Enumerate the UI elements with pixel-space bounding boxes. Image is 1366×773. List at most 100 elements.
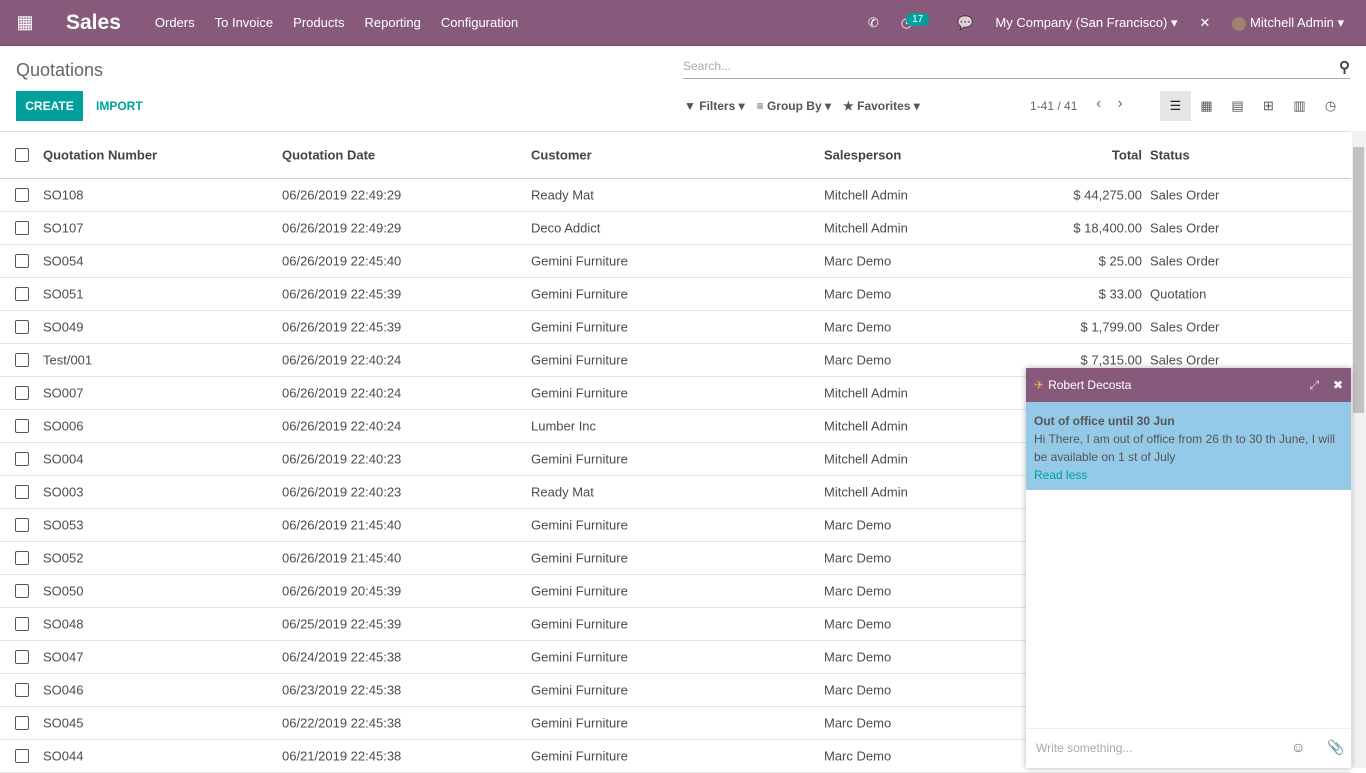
row-checkbox[interactable]: [15, 551, 29, 565]
cell-quotation-date: 06/26/2019 22:45:39: [282, 319, 402, 335]
cell-salesperson: Marc Demo: [824, 517, 892, 533]
group-by-dropdown[interactable]: ≡ Group By ▾: [757, 99, 831, 113]
menu-item-orders[interactable]: Orders: [155, 15, 195, 30]
list-view-icon[interactable]: ☰: [1160, 91, 1191, 121]
row-checkbox[interactable]: [15, 254, 29, 268]
header-total[interactable]: Total: [1112, 148, 1142, 163]
header-quotation-number[interactable]: Quotation Number: [43, 148, 157, 163]
scrollbar-thumb[interactable]: [1353, 147, 1364, 413]
table-row[interactable]: SO054 06/26/2019 22:45:40 Gemini Furniture…: [0, 245, 1351, 278]
kanban-view-icon[interactable]: ▦: [1191, 91, 1222, 121]
row-checkbox[interactable]: [15, 617, 29, 631]
chat-placeholder: Write something...: [1036, 741, 1133, 755]
pager-previous-icon[interactable]: ‹: [1096, 95, 1117, 112]
cell-customer: Gemini Furniture: [531, 253, 628, 269]
company-switcher[interactable]: My Company (San Francisco) ▾: [995, 15, 1177, 31]
activity-button[interactable]: ◷17: [901, 13, 935, 31]
header-salesperson[interactable]: Salesperson: [824, 148, 901, 163]
activity-view-icon[interactable]: ◷: [1315, 91, 1346, 121]
search-icon[interactable]: ⚲: [1339, 58, 1350, 76]
row-checkbox[interactable]: [15, 749, 29, 763]
row-checkbox[interactable]: [15, 485, 29, 499]
cell-salesperson: Mitchell Admin: [824, 220, 908, 236]
filters-dropdown[interactable]: ▼ Filters ▾: [684, 99, 745, 113]
row-checkbox[interactable]: [15, 287, 29, 301]
status-text: Hi There, I am out of office from 26 th …: [1034, 432, 1336, 464]
cell-quotation-number: SO053: [43, 517, 84, 533]
cell-salesperson: Mitchell Admin: [824, 187, 908, 203]
header-customer[interactable]: Customer: [531, 148, 592, 163]
chat-message-input[interactable]: Write something... ☺ 📎: [1026, 728, 1351, 768]
row-checkbox[interactable]: [15, 584, 29, 598]
table-row[interactable]: SO051 06/26/2019 22:45:39 Gemini Furniture…: [0, 278, 1351, 311]
row-checkbox[interactable]: [15, 353, 29, 367]
debug-tools-icon[interactable]: ✕: [1200, 15, 1211, 31]
search-input[interactable]: Search... ⚲: [683, 56, 1350, 79]
expand-icon[interactable]: ⤢: [1309, 378, 1319, 393]
pager-value[interactable]: 1-41 / 41: [1030, 99, 1077, 113]
row-checkbox[interactable]: [15, 452, 29, 466]
status-title: Out of office until 30 Jun: [1034, 414, 1175, 428]
cell-quotation-number: SO049: [43, 319, 84, 335]
pager-next-icon[interactable]: ›: [1117, 95, 1138, 112]
search-placeholder: Search...: [683, 59, 732, 73]
pivot-view-icon[interactable]: ⊞: [1253, 91, 1284, 121]
import-button[interactable]: IMPORT: [96, 99, 143, 113]
row-checkbox[interactable]: [15, 683, 29, 697]
cell-quotation-date: 06/21/2019 22:45:38: [282, 748, 402, 764]
header-quotation-date[interactable]: Quotation Date: [282, 148, 375, 163]
chat-header[interactable]: ✈ Robert Decosta ⤢ ✖: [1026, 368, 1351, 402]
phone-icon[interactable]: ✆: [868, 15, 879, 31]
close-icon[interactable]: ✖: [1333, 378, 1343, 392]
calendar-view-icon[interactable]: ▤: [1222, 91, 1253, 121]
top-navbar: ▦ Sales Orders To Invoice Products Reportin…: [0, 0, 1366, 46]
row-checkbox[interactable]: [15, 386, 29, 400]
emoji-icon[interactable]: ☺: [1291, 739, 1305, 755]
header-status[interactable]: Status: [1150, 148, 1190, 163]
row-checkbox[interactable]: [15, 320, 29, 334]
favorites-dropdown[interactable]: ★ Favorites ▾: [843, 99, 920, 113]
cell-quotation-number: SO048: [43, 616, 84, 632]
menu-item-configuration[interactable]: Configuration: [441, 15, 518, 30]
menu-item-products[interactable]: Products: [293, 15, 344, 30]
cell-quotation-date: 06/26/2019 22:40:24: [282, 385, 402, 401]
cell-customer: Gemini Furniture: [531, 550, 628, 566]
read-less-link[interactable]: Read less: [1034, 468, 1087, 482]
menu-item-to-invoice[interactable]: To Invoice: [215, 15, 274, 30]
cell-quotation-date: 06/26/2019 21:45:40: [282, 550, 402, 566]
cell-salesperson: Mitchell Admin: [824, 418, 908, 434]
graph-view-icon[interactable]: ▥: [1284, 91, 1315, 121]
cell-customer: Gemini Furniture: [531, 748, 628, 764]
cell-status: Sales Order: [1150, 319, 1220, 335]
messages-icon[interactable]: 💬: [957, 15, 973, 31]
cell-quotation-date: 06/26/2019 22:45:39: [282, 286, 402, 302]
user-menu[interactable]: Mitchell Admin ▾: [1232, 15, 1344, 31]
cell-customer: Gemini Furniture: [531, 319, 628, 335]
table-row[interactable]: SO107 06/26/2019 22:49:29 Deco Addict Mitch…: [0, 212, 1351, 245]
row-checkbox[interactable]: [15, 188, 29, 202]
main-menu: Orders To Invoice Products Reporting Configu…: [155, 15, 538, 30]
filter-icon: ▼: [684, 99, 696, 113]
cell-quotation-number: SO044: [43, 748, 84, 764]
table-row[interactable]: SO108 06/26/2019 22:49:29 Ready Mat Mitchel…: [0, 179, 1351, 212]
row-checkbox[interactable]: [15, 518, 29, 532]
cell-quotation-date: 06/26/2019 22:45:40: [282, 253, 402, 269]
menu-item-reporting[interactable]: Reporting: [364, 15, 420, 30]
cell-customer: Ready Mat: [531, 187, 594, 203]
cell-quotation-number: SO046: [43, 682, 84, 698]
cell-salesperson: Mitchell Admin: [824, 484, 908, 500]
row-checkbox[interactable]: [15, 650, 29, 664]
table-row[interactable]: SO049 06/26/2019 22:45:39 Gemini Furniture…: [0, 311, 1351, 344]
page-title: Quotations: [16, 60, 104, 80]
create-button[interactable]: CREATE: [16, 91, 83, 121]
cell-customer: Gemini Furniture: [531, 616, 628, 632]
cell-status: Sales Order: [1150, 220, 1220, 236]
cell-salesperson: Marc Demo: [824, 253, 892, 269]
cell-quotation-date: 06/26/2019 22:40:24: [282, 418, 402, 434]
row-checkbox[interactable]: [15, 221, 29, 235]
apps-menu-icon[interactable]: ▦: [0, 12, 50, 33]
row-checkbox[interactable]: [15, 716, 29, 730]
paperclip-icon[interactable]: 📎: [1327, 739, 1344, 756]
row-checkbox[interactable]: [15, 419, 29, 433]
row-checkbox[interactable]: [15, 148, 29, 162]
